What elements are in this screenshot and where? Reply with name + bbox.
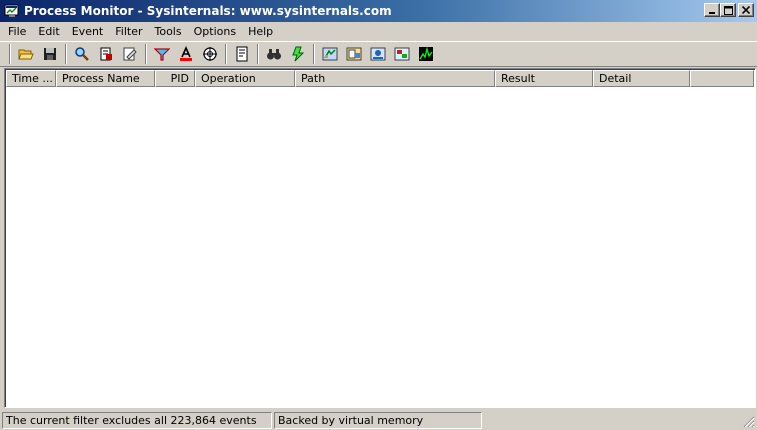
- network-activity-icon: [370, 47, 386, 61]
- maximize-icon: [723, 5, 733, 15]
- minimize-icon: [709, 12, 715, 14]
- menu-event[interactable]: Event: [66, 22, 110, 41]
- menu-filter[interactable]: Filter: [109, 22, 148, 41]
- toolbar-separator: [313, 44, 315, 64]
- event-list[interactable]: Time ... Process Name PID Operation Path…: [4, 68, 756, 408]
- status-filter-text: The current filter excludes all 223,864 …: [2, 411, 272, 429]
- toolbar-separator: [65, 44, 67, 64]
- open-button[interactable]: [15, 43, 37, 65]
- file-activity-button[interactable]: [343, 43, 365, 65]
- jump-button[interactable]: [287, 43, 309, 65]
- status-memory-text: Backed by virtual memory: [274, 411, 482, 429]
- open-icon: [18, 49, 34, 60]
- app-window: Process Monitor - Sysinternals: www.sysi…: [0, 0, 757, 430]
- network-activity-button[interactable]: [367, 43, 389, 65]
- process-tree-button[interactable]: [231, 43, 253, 65]
- column-time[interactable]: Time ...: [6, 70, 56, 87]
- clear-icon: [123, 47, 137, 61]
- highlight-button[interactable]: [175, 43, 197, 65]
- clear-button[interactable]: [119, 43, 141, 65]
- column-operation[interactable]: Operation: [195, 70, 295, 87]
- caption-buttons: [704, 3, 754, 17]
- jump-icon: [292, 46, 305, 62]
- column-detail[interactable]: Detail: [593, 70, 690, 87]
- process-tree-icon: [236, 46, 248, 62]
- profiling-button[interactable]: [415, 43, 437, 65]
- menu-bar: File Edit Event Filter Tools Options Hel…: [0, 22, 757, 41]
- capture-icon: [75, 47, 89, 61]
- find-button[interactable]: [263, 43, 285, 65]
- registry-activity-button[interactable]: [319, 43, 341, 65]
- find-icon: [267, 49, 281, 60]
- menu-edit[interactable]: Edit: [32, 22, 65, 41]
- status-bar: The current filter excludes all 223,864 …: [0, 410, 757, 430]
- maximize-button[interactable]: [720, 3, 736, 17]
- menu-options[interactable]: Options: [188, 22, 242, 41]
- profiling-icon: [419, 46, 433, 61]
- menu-file[interactable]: File: [2, 22, 32, 41]
- include-process-icon: [203, 47, 217, 61]
- title-bar[interactable]: Process Monitor - Sysinternals: www.sysi…: [0, 0, 757, 22]
- process-activity-button[interactable]: [391, 43, 413, 65]
- include-process-button[interactable]: [199, 43, 221, 65]
- file-activity-icon: [346, 47, 362, 61]
- close-button[interactable]: [738, 3, 754, 17]
- close-icon: [742, 6, 750, 14]
- highlight-icon: [180, 46, 192, 61]
- minimize-button[interactable]: [704, 3, 720, 17]
- toolbar-separator: [145, 44, 147, 64]
- column-path[interactable]: Path: [295, 70, 495, 87]
- menu-help[interactable]: Help: [242, 22, 279, 41]
- autoscroll-icon: [100, 47, 112, 61]
- toolbar-separator: [225, 44, 227, 64]
- column-filler: [690, 70, 754, 87]
- filter-button[interactable]: [151, 43, 173, 65]
- window-title: Process Monitor - Sysinternals: www.sysi…: [24, 4, 392, 18]
- save-icon: [44, 48, 56, 60]
- toolbar-separator: [9, 44, 11, 64]
- column-result[interactable]: Result: [495, 70, 593, 87]
- toolbar-separator: [257, 44, 259, 64]
- column-header: Time ... Process Name PID Operation Path…: [6, 70, 754, 87]
- capture-button[interactable]: [71, 43, 93, 65]
- process-activity-icon: [394, 47, 410, 61]
- toolbar: [0, 41, 757, 67]
- menu-tools[interactable]: Tools: [149, 22, 188, 41]
- column-process-name[interactable]: Process Name: [56, 70, 155, 87]
- procmon-app-icon[interactable]: [4, 4, 20, 18]
- column-pid[interactable]: PID: [155, 70, 195, 87]
- autoscroll-button[interactable]: [95, 43, 117, 65]
- filter-icon: [154, 48, 170, 61]
- save-button[interactable]: [39, 43, 61, 65]
- resize-grip-icon[interactable]: [743, 416, 755, 428]
- registry-activity-icon: [322, 47, 338, 61]
